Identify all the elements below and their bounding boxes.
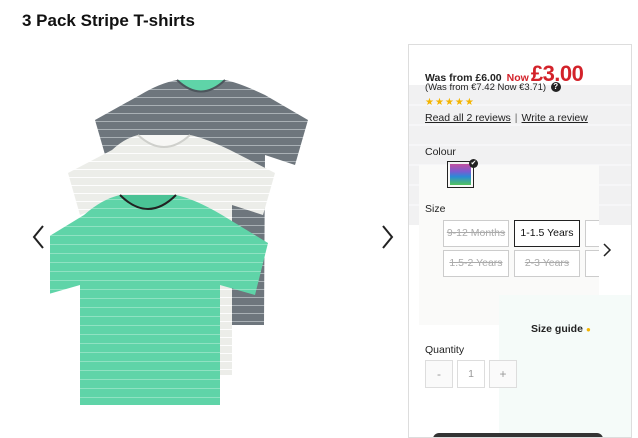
review-separator: | [514,112,518,124]
product-image [50,79,308,405]
swatch-fill [450,164,471,185]
size-guide-label: Size guide [531,323,583,335]
review-links: Read all 2 reviews | Write a review [425,112,588,124]
star-rating: ★★★★★ [425,97,475,108]
check-icon: ✔ [469,159,478,168]
size-option-partial[interactable] [585,220,599,247]
next-sizes-button[interactable] [599,235,615,265]
chevron-left-icon [32,225,44,249]
purchase-panel: Was from £6.00 Now£3.00 (Was from €7.42 N… [408,44,632,438]
prev-image-button[interactable] [28,220,50,254]
euro-price-text: (Was from €7.42 Now €3.71) [425,82,547,93]
quantity-decrease-button[interactable]: - [425,360,453,388]
next-image-button[interactable] [376,220,398,254]
size-option-1-1.5-years[interactable]: 1-1.5 Years [514,220,580,247]
read-reviews-link[interactable]: Read all 2 reviews [425,112,511,124]
write-review-link[interactable]: Write a review [522,112,588,124]
product-title: 3 Pack Stripe T-shirts [22,11,195,30]
size-option-1.5-2-years[interactable]: 1.5-2 Years [443,250,509,277]
product-gallery [20,40,405,434]
colour-label: Colour [425,146,456,158]
size-option-9-12-months[interactable]: 9-12 Months [443,220,509,247]
colour-swatch-multi[interactable]: ✔ [447,159,478,188]
size-option-partial-2[interactable] [585,250,599,277]
euro-price: (Was from €7.42 Now €3.71) ? [425,82,561,93]
quantity-label: Quantity [425,344,465,356]
quantity-input[interactable]: 1 [457,360,485,388]
size-label: Size [425,203,446,215]
size-option-2-3-years[interactable]: 2-3 Years [514,250,580,277]
size-guide-link[interactable]: Size guide ● [531,323,591,335]
chevron-right-icon [382,225,394,249]
chevron-right-icon [603,243,612,257]
quantity-increase-button[interactable]: + [489,360,517,388]
question-icon[interactable]: ? [550,82,561,93]
size-guide-dot-icon: ● [585,325,591,334]
